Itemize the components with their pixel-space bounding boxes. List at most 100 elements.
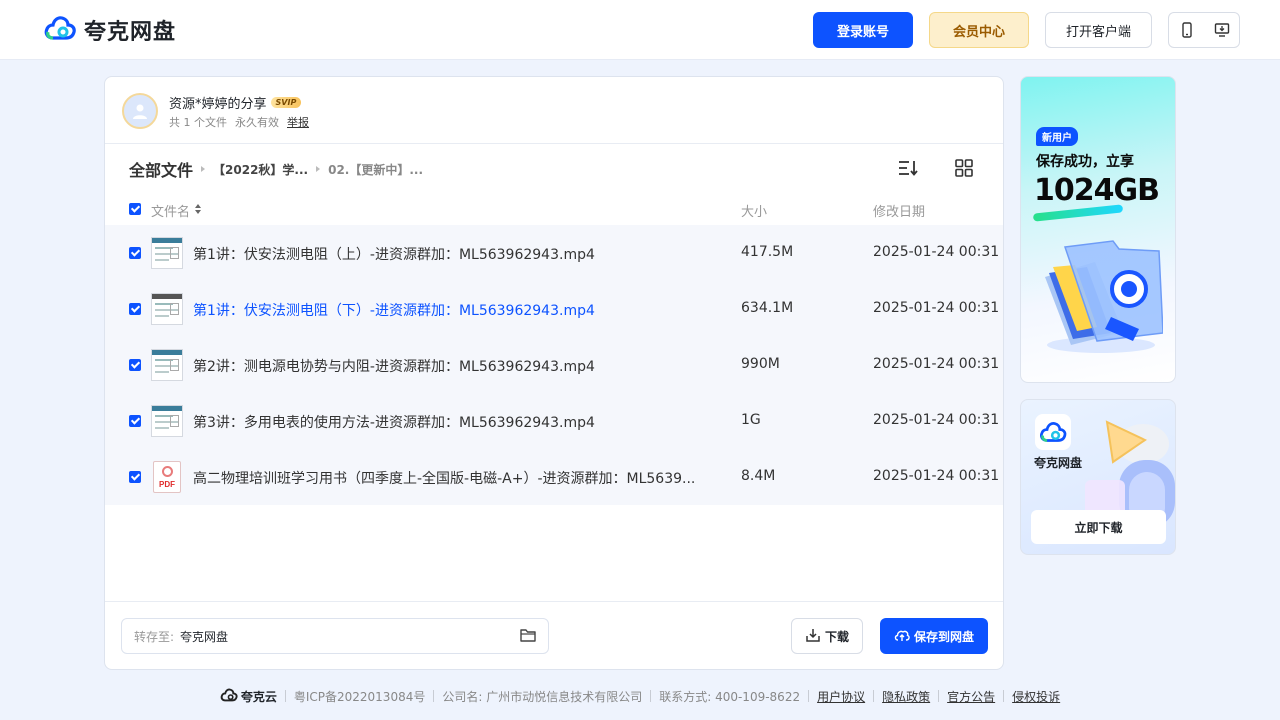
breadcrumb-item-current: 02.【更新中】... [328,162,424,177]
promo-banner-storage[interactable]: 新用户 保存成功，立享 1024GB [1020,76,1176,383]
cloud-upload-icon [894,628,910,645]
validity: 永久有效 [235,116,279,129]
breadcrumb-root[interactable]: 全部文件 [129,157,193,181]
row-checkbox[interactable] [129,247,141,259]
device-switch [1168,12,1240,48]
privacy-policy-link[interactable]: 隐私政策 [882,688,930,705]
file-name[interactable]: 第1讲：伏安法测电阻（下）-进资源群加：ML563962943.mp4 [193,300,595,320]
user-agreement-link[interactable]: 用户协议 [817,688,865,705]
promo-storage-size: 1024GB [1034,173,1160,208]
file-date: 2025-01-24 00:31 [873,468,1000,484]
save-destination-value: 夸克网盘 [180,629,229,644]
mobile-icon[interactable] [1175,18,1199,42]
view-controls [897,157,975,179]
infringement-report-link[interactable]: 侵权投诉 [1012,688,1060,705]
column-size-header: 大小 [741,205,768,220]
row-checkbox[interactable] [129,415,141,427]
report-link[interactable]: 举报 [287,114,309,130]
file-date: 2025-01-24 00:31 [873,244,1000,260]
table-row[interactable]: 第1讲：伏安法测电阻（上）-进资源群加：ML563962943.mp4 417.… [105,225,1003,281]
file-name[interactable]: 第1讲：伏安法测电阻（上）-进资源群加：ML563962943.mp4 [193,244,595,264]
sort-arrows-icon [194,203,202,219]
promo-text: 保存成功，立享 [1036,154,1134,170]
logo-text: 夸克网盘 [84,20,177,45]
column-name-header[interactable]: 文件名 [151,201,202,220]
share-panel: 资源*婷婷的分享 SVIP 共 1 个文件 永久有效 举报 全部文件 【2022… [104,76,1004,670]
divider [808,690,810,702]
app-logo [1035,414,1071,450]
breadcrumb-separator-icon [201,166,206,172]
row-checkbox[interactable] [129,471,141,483]
column-date-header: 修改日期 [873,205,926,220]
table-row[interactable]: PDF 高二物理培训班学习用书（四季度上-全国版-电磁-A+）-进资源群加：ML… [105,449,1003,505]
save-destination-field[interactable]: 转存至: 夸克网盘 [121,618,549,654]
file-date: 2025-01-24 00:31 [873,412,1000,428]
file-size: 8.4M [741,468,776,484]
video-thumbnail [151,293,183,325]
avatar [122,93,158,129]
file-name[interactable]: 第2讲：测电源电协势与内阻-进资源群加：ML563962943.mp4 [193,356,595,376]
file-name[interactable]: 高二物理培训班学习用书（四季度上-全国版-电磁-A+）-进资源群加：ML5639… [193,468,695,488]
icp-number: 粤ICP备2022013084号 [293,689,426,704]
cloud-logo-icon [44,15,76,45]
file-date: 2025-01-24 00:31 [873,356,1000,372]
table-header: 文件名 大小 修改日期 [105,197,1003,223]
column-name-label: 文件名 [151,205,191,220]
app-name: 夸克网盘 [1034,456,1083,470]
row-checkbox[interactable] [129,359,141,371]
file-list: 第1讲：伏安法测电阻（上）-进资源群加：ML563962943.mp4 417.… [105,225,1003,505]
sort-icon[interactable] [897,157,919,179]
grid-view-icon[interactable] [953,157,975,179]
video-thumbnail [151,237,183,269]
open-client-button[interactable]: 打开客户端 [1045,12,1152,48]
table-row[interactable]: 第3讲：多用电表的使用方法-进资源群加：ML563962943.mp4 1G 2… [105,393,1003,449]
download-button[interactable]: 下载 [791,618,863,654]
download-icon [805,627,821,646]
share-meta: 共 1 个文件 永久有效 举报 [169,114,309,130]
table-row[interactable]: 第1讲：伏安法测电阻（下）-进资源群加：ML563962943.mp4 634.… [105,281,1003,337]
breadcrumb: 全部文件 【2022秋】学... 02.【更新中】... [129,157,423,181]
select-all-checkbox[interactable] [129,203,141,215]
share-header: 资源*婷婷的分享 SVIP 共 1 个文件 永久有效 举报 [105,77,1003,144]
vip-center-button[interactable]: 会员中心 [929,12,1029,48]
row-checkbox[interactable] [129,303,141,315]
new-user-tag: 新用户 [1036,127,1078,146]
footer-brand-text: 夸克云 [240,689,277,704]
sharer-name: 资源*婷婷的分享 [169,97,267,112]
footer-brand: 夸克云 [220,688,277,705]
save-destination-label: 转存至: [134,629,175,644]
file-date: 2025-01-24 00:31 [873,300,1000,316]
quark-logo[interactable]: 夸克网盘 [44,15,176,45]
save-to-drive-button[interactable]: 保存到网盘 [880,618,988,654]
company-name: 公司名: 广州市动悦信息技术有限公司 [442,689,643,704]
top-bar: 夸克网盘 登录账号 会员中心 打开客户端 [0,0,1280,60]
divider [284,690,286,702]
desktop-download-icon[interactable] [1210,18,1234,42]
video-thumbnail [151,405,183,437]
file-count: 共 1 个文件 [169,116,227,129]
share-title: 资源*婷婷的分享 SVIP [169,93,302,112]
page-footer: 夸克云 粤ICP备2022013084号 公司名: 广州市动悦信息技术有限公司 … [0,686,1280,706]
file-size: 1G [741,412,761,428]
quark-cloud-icon [220,688,238,705]
file-size: 990M [741,356,780,372]
divider [873,690,875,702]
breadcrumb-item[interactable]: 【2022秋】学... [213,161,308,178]
login-button[interactable]: 登录账号 [813,12,913,48]
divider [433,690,435,702]
folder-illustration-icon [1035,237,1164,357]
promo-banner-app[interactable]: 夸克网盘 立即下载 [1020,399,1176,555]
video-thumbnail [151,349,183,381]
breadcrumb-separator-icon [316,166,321,172]
table-row[interactable]: 第2讲：测电源电协势与内阻-进资源群加：ML563962943.mp4 990M… [105,337,1003,393]
file-size: 634.1M [741,300,794,316]
save-label: 保存到网盘 [913,629,974,644]
download-app-button[interactable]: 立即下载 [1031,510,1166,544]
official-notice-link[interactable]: 官方公告 [947,688,995,705]
svip-badge: SVIP [270,97,302,108]
folder-icon[interactable] [520,628,536,642]
file-name[interactable]: 第3讲：多用电表的使用方法-进资源群加：ML563962943.mp4 [193,412,595,432]
pdf-file-icon: PDF [153,461,181,493]
divider [1003,690,1005,702]
action-bar: 转存至: 夸克网盘 下载 保存到网盘 [105,601,1003,669]
